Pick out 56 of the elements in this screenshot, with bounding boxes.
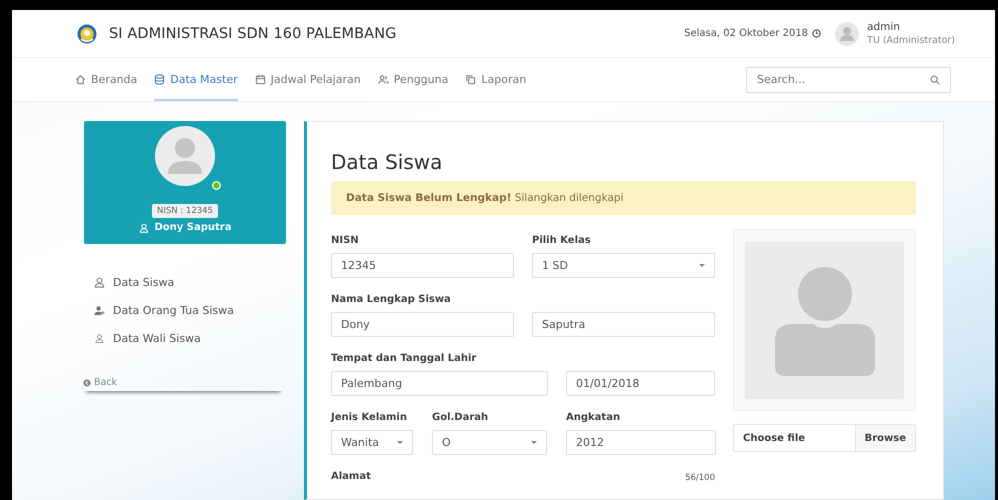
browse-button[interactable]: Browse — [854, 425, 915, 451]
school-logo-icon — [77, 24, 97, 44]
user-icon — [94, 333, 105, 344]
date-text: Selasa, 02 Oktober 2018 — [684, 28, 808, 39]
warning-alert: Data Siswa Belum Lengkap! Silangkan dilengkapi — [331, 181, 916, 215]
field-label: Pilih Kelas — [532, 235, 591, 246]
nav-tab[interactable]: Data Master — [154, 58, 238, 101]
student-name: Dony Saputra — [154, 222, 232, 233]
nav-tab[interactable]: Pengguna — [378, 58, 448, 101]
character-counter: 56/100 — [685, 473, 715, 483]
sidebar-item[interactable]: Data Wali Siswa — [94, 330, 286, 347]
user-icon — [138, 222, 148, 232]
app-title: SI ADMINISTRASI SDN 160 PALEMBANG — [109, 26, 396, 42]
caret-icon — [531, 441, 537, 444]
nisn-badge: NISN : 12345 — [152, 204, 218, 218]
input-field[interactable]: 12345 — [331, 253, 514, 278]
input-field[interactable]: Dony — [331, 312, 514, 337]
person-placeholder-icon — [745, 242, 904, 399]
user-name: admin — [867, 20, 901, 34]
avatar-icon — [835, 22, 860, 46]
caret-icon — [699, 264, 705, 267]
select-field[interactable]: 1 SD — [532, 253, 715, 278]
database-icon — [154, 74, 166, 85]
field-label: Nama Lengkap Siswa — [331, 294, 451, 305]
user-add-icon — [94, 305, 105, 316]
back-icon — [83, 378, 91, 386]
nav-tab[interactable]: Laporan — [465, 58, 526, 101]
field-label: Alamat — [331, 471, 371, 482]
input-field[interactable]: Palembang — [331, 371, 548, 396]
sidebar-item[interactable]: Data Orang Tua Siswa — [94, 302, 286, 319]
avatar-icon — [155, 126, 215, 186]
user-icon — [94, 277, 105, 288]
users-icon — [378, 74, 389, 85]
page-heading: Data Siswa — [331, 150, 444, 174]
field-label: NISN — [331, 235, 359, 246]
clock-icon — [812, 29, 822, 38]
nav-tab[interactable]: Beranda — [75, 58, 138, 101]
caret-icon — [397, 441, 403, 444]
copy-icon — [465, 74, 476, 85]
input-field[interactable]: Saputra — [532, 312, 715, 337]
field-label: Angkatan — [566, 412, 620, 423]
date-field[interactable]: 01/01/2018 — [566, 371, 715, 396]
calendar-icon — [254, 74, 266, 85]
select-field[interactable]: Wanita — [331, 430, 413, 455]
select-field[interactable]: O — [432, 430, 547, 455]
field-label: Tempat dan Tanggal Lahir — [331, 353, 476, 364]
input-field[interactable]: 2012 — [566, 430, 716, 455]
field-label: Gol.Darah — [432, 412, 488, 423]
search-icon — [930, 74, 940, 84]
sidebar-item[interactable]: Data Siswa — [94, 274, 286, 291]
user-role: TU (Administrator) — [867, 34, 955, 46]
file-input[interactable]: Choose file Browse — [733, 424, 916, 452]
field-label: Jenis Kelamin — [331, 412, 407, 423]
search-field[interactable]: Search... — [746, 66, 951, 92]
home-icon — [75, 74, 86, 85]
nav-tab[interactable]: Jadwal Pelajaran — [254, 58, 361, 101]
